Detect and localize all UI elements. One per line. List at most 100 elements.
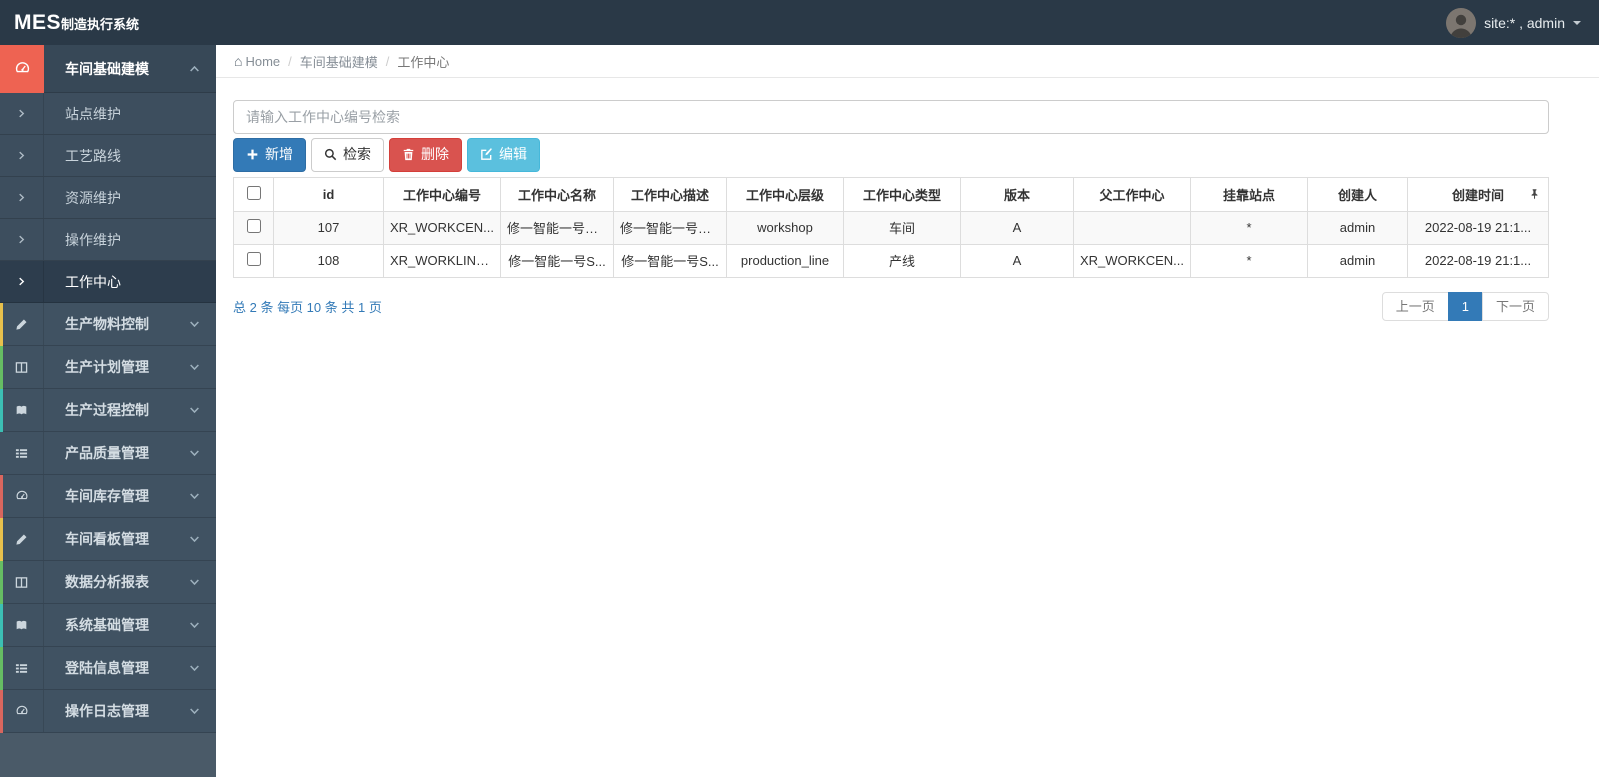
search-button-label: 检索	[343, 146, 371, 162]
page-1-button[interactable]: 1	[1447, 291, 1483, 321]
sidebar-subitem-label: 工艺路线	[65, 147, 121, 164]
sidebar-item-label: 登陆信息管理	[65, 660, 149, 676]
chevron-right-icon	[0, 177, 44, 218]
sidebar-item-data-analysis[interactable]: 数据分析报表	[0, 561, 216, 604]
sidebar-item-label: 生产计划管理	[65, 359, 149, 375]
cell-desc: 修一智能一号车间	[613, 210, 727, 245]
cell-level: workshop	[726, 210, 844, 245]
trash-icon	[403, 149, 414, 161]
header-work-center-type: 工作中心类型	[843, 176, 961, 212]
delete-button-label: 删除	[421, 146, 449, 162]
sidebar-item-label: 车间基础建模	[65, 60, 149, 77]
avatar	[1446, 7, 1477, 38]
add-button[interactable]: 新增	[233, 138, 306, 172]
header-version: 版本	[960, 176, 1074, 212]
delete-button[interactable]: 删除	[389, 138, 462, 172]
row-checkbox[interactable]	[246, 219, 261, 234]
breadcrumb-separator: /	[385, 53, 390, 69]
header-attached-station: 挂靠站点	[1190, 176, 1308, 212]
list-icon	[0, 647, 44, 689]
cell-name: 修一智能一号S...	[500, 243, 614, 278]
sidebar-footer	[0, 733, 216, 777]
next-page-button[interactable]: 下一页	[1481, 291, 1549, 321]
sidebar-item-product-quality[interactable]: 产品质量管理	[0, 432, 216, 475]
pencil-icon	[0, 518, 44, 560]
pin-icon[interactable]	[1529, 189, 1540, 200]
sidebar-item-production-material[interactable]: 生产物料控制	[0, 303, 216, 346]
search-button[interactable]: 检索	[311, 138, 384, 172]
sidebar-item-label: 数据分析报表	[65, 574, 149, 590]
sidebar-item-label: 生产过程控制	[65, 402, 149, 418]
section-strip	[0, 518, 3, 561]
sidebar-item-workshop-inventory[interactable]: 车间库存管理	[0, 475, 216, 518]
section-strip	[0, 389, 3, 432]
sidebar-subitem-label: 操作维护	[65, 231, 121, 248]
sidebar-subitem-work-center[interactable]: 工作中心	[0, 261, 216, 303]
sidebar-subitem-label: 工作中心	[65, 273, 121, 290]
sidebar-item-login-info[interactable]: 登陆信息管理	[0, 647, 216, 690]
cell-station: *	[1190, 243, 1308, 278]
sidebar-item-operation-log[interactable]: 操作日志管理	[0, 690, 216, 733]
pagination: 总 2 条 每页 10 条 共 1 页 上一页 1 下一页	[233, 291, 1549, 321]
section-strip	[0, 647, 3, 690]
pagination-summary: 总 2 条 每页 10 条 共 1 页	[233, 299, 382, 315]
user-menu[interactable]: site:* , admin	[1446, 7, 1599, 38]
header-select-all	[233, 176, 274, 212]
chevron-right-icon	[0, 93, 44, 134]
sidebar-item-system-base[interactable]: 系统基础管理	[0, 604, 216, 647]
row-checkbox[interactable]	[246, 252, 261, 267]
sidebar-item-production-process[interactable]: 生产过程控制	[0, 389, 216, 432]
search-input[interactable]	[233, 100, 1549, 134]
header-work-center-level: 工作中心层级	[726, 176, 844, 212]
home-icon: ⌂	[234, 53, 243, 69]
brand-primary: MES	[14, 10, 62, 34]
table-row[interactable]: 108 XR_WORKLINE... 修一智能一号S... 修一智能一号S...…	[233, 243, 1549, 278]
gauge-icon	[0, 690, 44, 732]
chevron-down-icon	[189, 491, 200, 502]
cell-create-time: 2022-08-19 21:1...	[1407, 210, 1549, 245]
cell-parent: XR_WORKCEN...	[1073, 243, 1191, 278]
section-strip	[0, 561, 3, 604]
breadcrumb-home[interactable]: ⌂ Home	[234, 53, 280, 69]
sidebar-item-label: 车间看板管理	[65, 531, 149, 547]
edit-icon	[481, 148, 492, 161]
sidebar-item-workshop-modeling[interactable]: 车间基础建模	[0, 44, 216, 93]
breadcrumb-home-label: Home	[245, 53, 281, 69]
chevron-down-icon	[189, 405, 200, 416]
chevron-down-icon	[189, 577, 200, 588]
select-all-checkbox[interactable]	[246, 185, 261, 200]
gauge-icon	[0, 44, 44, 93]
plus-icon	[247, 150, 258, 160]
chevron-down-icon	[189, 663, 200, 674]
section-strip	[0, 604, 3, 647]
brand-secondary: 制造执行系统	[61, 16, 140, 32]
chevron-down-icon	[189, 620, 200, 631]
prev-page-button[interactable]: 上一页	[1381, 291, 1449, 321]
sidebar-item-production-plan[interactable]: 生产计划管理	[0, 346, 216, 389]
sidebar-subitem-operation-maintain[interactable]: 操作维护	[0, 219, 216, 261]
cell-type: 产线	[843, 243, 961, 278]
columns-icon	[0, 561, 44, 603]
row-select-cell	[233, 210, 274, 245]
person-icon	[1446, 7, 1477, 38]
header-create-time-label: 创建时间	[1451, 187, 1504, 203]
main-area: ⌂Home / 车间基础建模 / 工作中心 新增 检索 删除	[216, 45, 1599, 777]
app-logo: MES 制造执行系统	[0, 11, 139, 35]
header-creator: 创建人	[1307, 176, 1408, 212]
sidebar-subitem-station-maintain[interactable]: 站点维护	[0, 93, 216, 135]
sidebar: 车间基础建模 站点维护 工艺路线 资源维护 操作维护 工作中心 生产物料控制 生…	[0, 44, 216, 777]
sidebar-subitem-process-route[interactable]: 工艺路线	[0, 135, 216, 177]
cell-creator: admin	[1307, 210, 1408, 245]
breadcrumb-section[interactable]: 车间基础建模	[300, 52, 378, 71]
table-row[interactable]: 107 XR_WORKCEN... 修一智能一号车间 修一智能一号车间 work…	[233, 210, 1549, 245]
cell-station: *	[1190, 210, 1308, 245]
chevron-right-icon	[0, 135, 44, 176]
header-parent-work-center: 父工作中心	[1073, 176, 1191, 212]
sidebar-subitem-label: 站点维护	[65, 105, 121, 122]
header-create-time: 创建时间	[1407, 176, 1549, 212]
edit-button[interactable]: 编辑	[467, 138, 540, 172]
user-label: site:* , admin	[1484, 14, 1565, 31]
sidebar-item-workshop-kanban[interactable]: 车间看板管理	[0, 518, 216, 561]
sidebar-subitem-resource-maintain[interactable]: 资源维护	[0, 177, 216, 219]
chevron-right-icon	[0, 219, 44, 260]
